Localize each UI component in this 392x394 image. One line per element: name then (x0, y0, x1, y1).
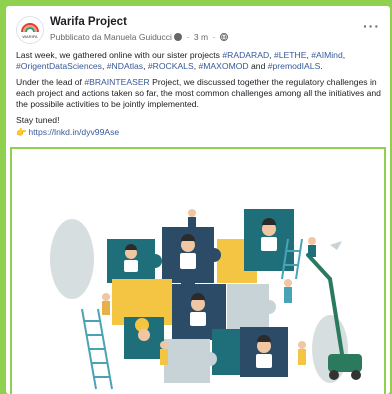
warifa-logo: WARIFA (21, 23, 39, 39)
post-meta: Pubblicato da Manuela Guiducci · 3 m · (50, 32, 228, 42)
post-body: Last week, we gathered online with our s… (16, 50, 382, 143)
pointing-hand-icon: 👉 (16, 127, 27, 137)
hashtag-ndatlas[interactable]: #NDAtlas (107, 61, 143, 71)
author-name[interactable]: Manuela Guiducci (104, 32, 172, 42)
hashtag-brainteaser[interactable]: #BRAINTEASER (84, 77, 149, 87)
post-time[interactable]: 3 m (194, 32, 208, 42)
puzzle-team-illustration (50, 209, 362, 390)
hashtag-rockals[interactable]: #ROCKALS (148, 61, 194, 71)
hashtag-radarad[interactable]: #RADARAD (222, 50, 269, 60)
hashtag-aimind[interactable]: #AIMind (311, 50, 343, 60)
post-paragraph-1: Last week, we gathered online with our s… (16, 50, 346, 71)
post-paragraph-3: Stay tuned! (16, 115, 60, 125)
hashtag-maxomod[interactable]: #MAXOMOD (198, 61, 248, 71)
post-header: WARIFA Warifa Project Pubblicato da Manu… (16, 14, 382, 48)
page-avatar[interactable]: WARIFA (16, 16, 44, 44)
post-paragraph-2: Under the lead of #BRAINTEASER Project, … (16, 77, 381, 109)
post-link[interactable]: https://lnkd.in/dyv99Ase (28, 127, 119, 137)
hashtag-lethe[interactable]: #LETHE (274, 50, 306, 60)
info-icon (174, 33, 183, 41)
post-image[interactable] (10, 147, 386, 394)
hashtag-premodials[interactable]: #premodIALS (268, 61, 321, 71)
svg-text:WARIFA: WARIFA (22, 34, 38, 39)
page-name-link[interactable]: Warifa Project (50, 16, 127, 28)
ellipsis-icon[interactable]: ··· (363, 18, 380, 34)
post-card: WARIFA Warifa Project Pubblicato da Manu… (6, 6, 390, 394)
meta-prefix: Pubblicato da (50, 32, 102, 42)
hashtag-origent[interactable]: #OrigentDataSciences (16, 61, 102, 71)
post-link-line: 👉 https://lnkd.in/dyv99Ase (16, 127, 382, 138)
globe-icon (219, 33, 228, 41)
